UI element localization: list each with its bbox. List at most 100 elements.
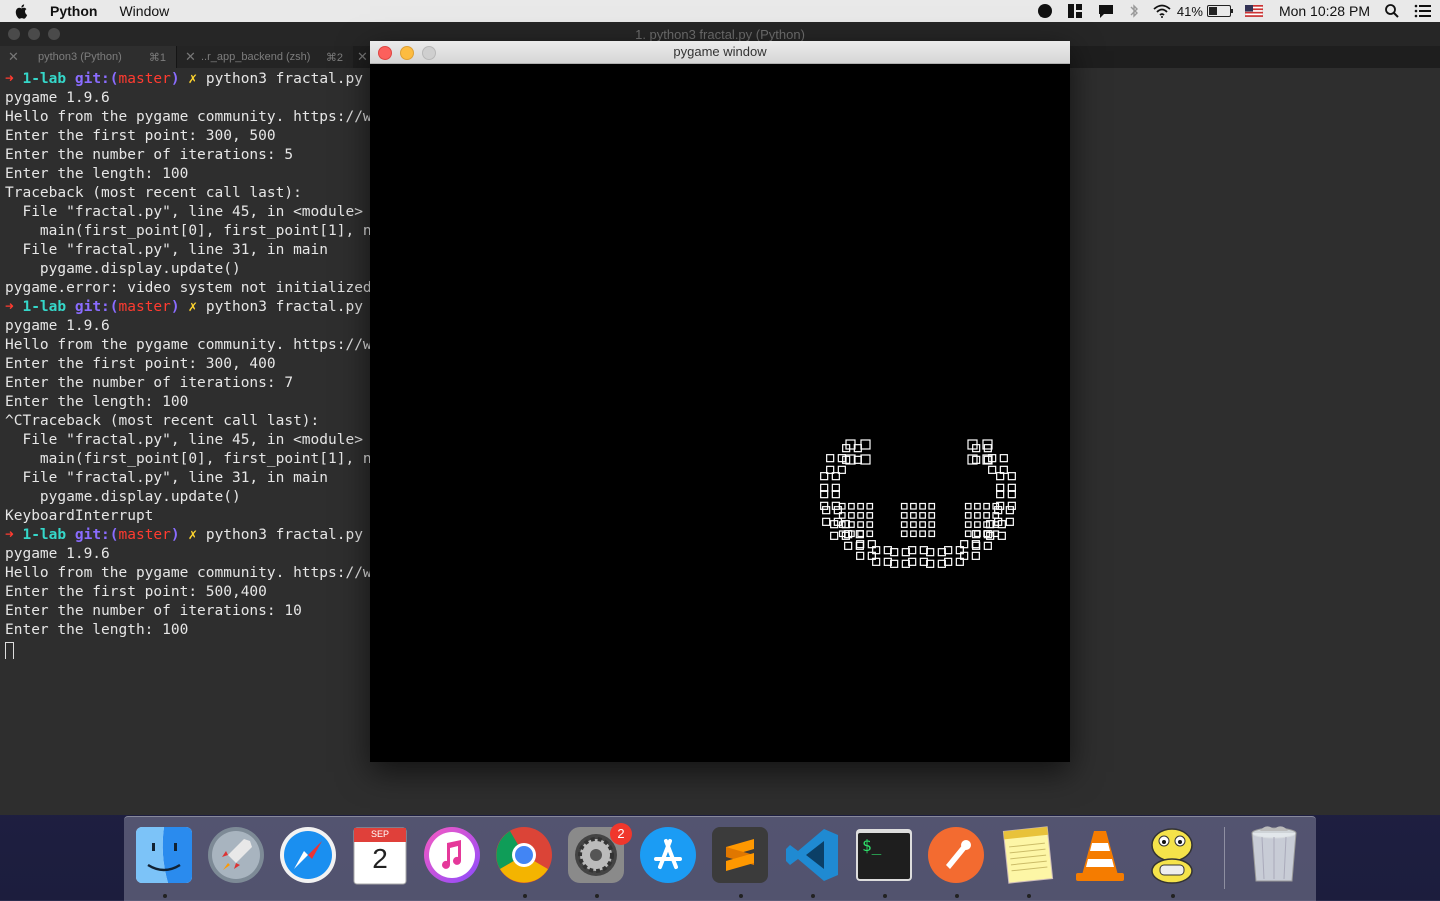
menu-window[interactable]: Window	[119, 3, 169, 19]
terminal-output-line: Enter the number of iterations: 10	[5, 603, 302, 619]
fractal-segment	[972, 455, 981, 464]
fractal-segment	[910, 521, 917, 528]
dock-vscode[interactable]	[782, 825, 844, 887]
dock-safari[interactable]	[278, 825, 340, 887]
dock-trash[interactable]	[1244, 825, 1306, 887]
dock-calendar[interactable]: SEP 2	[350, 825, 412, 887]
dock-notes[interactable]	[998, 825, 1060, 887]
fractal-segment	[919, 530, 926, 538]
terminal-output-line: pygame.display.update()	[5, 261, 241, 277]
fractal-segment	[900, 521, 908, 528]
battery-icon[interactable]	[1206, 5, 1233, 17]
terminal-output[interactable]: ➜ 1-lab git:(master) ✗ python3 fractal.p…	[5, 70, 370, 810]
fractal-segment	[928, 502, 936, 510]
terminal-output-line: pygame.error: video system not initializ…	[5, 280, 370, 296]
close-tab-icon[interactable]: ✕	[357, 49, 371, 65]
terminal-cursor	[5, 642, 14, 659]
apple-menu-icon[interactable]	[14, 3, 30, 19]
dock-launchpad[interactable]	[206, 825, 268, 887]
minimize-window-button[interactable]	[400, 46, 414, 60]
fractal-segment	[928, 530, 936, 538]
tab-python3[interactable]: ✕ python3 (Python) ⌘1	[0, 46, 176, 68]
terminal-output-line: Enter the first point: 500,400	[5, 584, 267, 600]
pygame-canvas[interactable]	[370, 64, 1070, 762]
fractal-segment	[919, 521, 926, 528]
terminal-cursor-line	[5, 640, 370, 659]
skype-icon[interactable]	[1037, 3, 1053, 19]
python-launcher-icon	[1151, 828, 1193, 884]
prompt-directory: 1-lab	[22, 527, 67, 543]
us-flag-icon[interactable]	[1244, 5, 1263, 17]
fractal-segment	[928, 512, 936, 519]
terminal-output-line: pygame 1.9.6	[5, 546, 110, 562]
terminal-prompt-line: ➜ 1-lab git:(master) ✗ python3 fractal.p…	[5, 526, 370, 545]
fractal-segment	[1005, 517, 1014, 526]
fractal-segment	[971, 551, 980, 560]
fractal-segment	[919, 512, 926, 519]
fractal-segment	[1007, 501, 1016, 510]
app-store-icon	[640, 827, 696, 883]
prompt-directory: 1-lab	[22, 299, 67, 315]
prompt-dirty-mark: ✗	[188, 71, 198, 87]
prompt-branch: master	[118, 71, 171, 87]
fractal-segment	[820, 501, 829, 510]
fractal-segment	[866, 521, 874, 528]
close-tab-icon[interactable]: ✕	[185, 49, 199, 65]
dock-system-preferences[interactable]: 2	[566, 823, 632, 887]
zoom-window-button[interactable]	[422, 46, 436, 60]
notes-icon	[1002, 826, 1054, 884]
dock-itunes[interactable]	[422, 825, 484, 887]
close-window-button[interactable]	[378, 46, 392, 60]
dock-sublime-text[interactable]	[710, 825, 772, 887]
terminal-output-line: Hello from the pygame community. https:/…	[5, 565, 370, 581]
terminal-output-line: Enter the first point: 300, 400	[5, 356, 276, 372]
pygame-window-controls	[378, 46, 444, 60]
sublime-text-icon	[712, 827, 768, 883]
dock-running-indicator	[163, 894, 167, 898]
traffic-cone-icon	[1076, 831, 1124, 881]
pygame-window: pygame window	[370, 41, 1070, 762]
messages-icon[interactable]	[1097, 3, 1115, 19]
terminal-output-line: File "fractal.py", line 31, in main	[5, 470, 329, 486]
notification-center-icon[interactable]	[1414, 4, 1432, 18]
prompt-git: git:(	[74, 71, 119, 87]
dock-terminal[interactable]: $_	[854, 825, 916, 887]
fractal-segment	[822, 506, 831, 515]
dock-postman[interactable]	[926, 825, 988, 887]
dock-python-launcher[interactable]	[1142, 825, 1204, 887]
spotlight-search-icon[interactable]	[1384, 3, 1400, 19]
dock-vlc[interactable]	[1070, 825, 1132, 887]
wifi-icon[interactable]	[1153, 4, 1171, 18]
fractal-segment	[830, 531, 839, 540]
fractal-segment	[928, 521, 936, 528]
tab-3[interactable]: ✕	[352, 46, 372, 68]
bluetooth-icon[interactable]	[1129, 3, 1139, 19]
prompt-command: python3 fractal.py	[205, 299, 363, 315]
menubar-clock[interactable]: Mon 10:28 PM	[1279, 3, 1370, 19]
fractal-drawing	[820, 439, 1016, 568]
fractal-segment	[964, 530, 972, 538]
dock-finder[interactable]	[134, 825, 196, 887]
window-tiling-icon[interactable]	[1067, 3, 1083, 19]
tab-shortcut: ⌘2	[325, 51, 343, 64]
close-tab-icon[interactable]: ✕	[8, 49, 22, 65]
dock-chrome[interactable]	[494, 825, 556, 887]
dock-app-store[interactable]	[638, 825, 700, 887]
terminal-output-line: File "fractal.py", line 31, in main	[5, 242, 329, 258]
dock: SEP 2 2 $_	[124, 816, 1316, 901]
finder-icon	[136, 827, 192, 883]
fractal-segment	[900, 502, 908, 510]
menu-app-name[interactable]: Python	[50, 3, 97, 19]
terminal-output-line: Traceback (most recent call last):	[5, 185, 302, 201]
fractal-segment	[910, 512, 917, 519]
tab-zsh[interactable]: ✕ ..r_app_backend (zsh) ⌘2	[176, 46, 353, 68]
terminal-output-line: Enter the number of iterations: 5	[5, 147, 294, 163]
terminal-output-line: main(first_point[0], first_point[1], num…	[5, 451, 370, 467]
fractal-segment	[988, 465, 997, 474]
fractal-segment	[983, 512, 990, 519]
pygame-titlebar[interactable]: pygame window	[370, 41, 1070, 64]
fractal-segment	[919, 502, 926, 510]
fractal-segment	[974, 521, 981, 528]
prompt-git: )	[170, 71, 180, 87]
fractal-segment	[860, 439, 871, 450]
